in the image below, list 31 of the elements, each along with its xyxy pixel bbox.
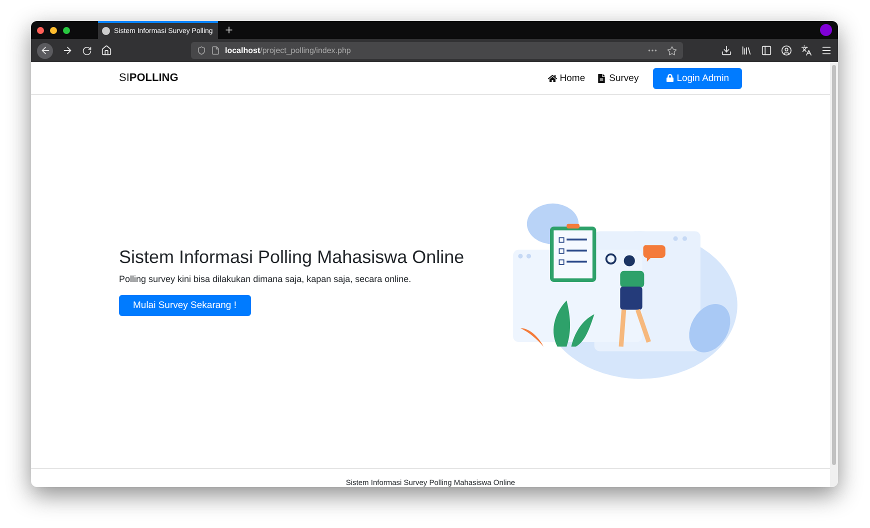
scrollbar-thumb[interactable]: [832, 65, 836, 465]
login-button[interactable]: Login Admin: [652, 68, 742, 88]
sidebar-icon[interactable]: [761, 45, 772, 56]
favicon-icon: [102, 27, 110, 35]
translate-icon[interactable]: [801, 45, 812, 56]
home-icon[interactable]: [101, 45, 112, 56]
hero-title: Sistem Informasi Polling Mahasiswa Online: [119, 247, 464, 268]
minimize-window-button[interactable]: [50, 26, 57, 34]
account-icon[interactable]: [781, 45, 792, 56]
download-icon[interactable]: [721, 45, 732, 56]
page-icon: [211, 46, 220, 55]
nav-link[interactable]: Home: [548, 72, 586, 84]
brand-logo[interactable]: SIPOLLING: [119, 72, 178, 84]
maximize-window-button[interactable]: [63, 26, 70, 34]
document-icon: [597, 74, 606, 82]
address-bar[interactable]: localhost/project_polling/index.php: [191, 42, 683, 59]
back-arrow-icon: [40, 45, 50, 56]
lock-icon: [666, 74, 674, 82]
home-icon: [548, 74, 557, 82]
back-button[interactable]: [37, 42, 53, 58]
start-survey-button[interactable]: Mulai Survey Sekarang !: [119, 295, 250, 316]
hero-subtitle: Polling survey kini bisa dilakukan dimana saja, kapan saja, secara online.: [119, 274, 412, 284]
nav-link[interactable]: Survey: [597, 72, 639, 84]
menu-icon[interactable]: [821, 45, 832, 56]
bookmark-star-icon[interactable]: [667, 46, 677, 56]
new-tab-icon[interactable]: [224, 25, 234, 35]
shield-icon[interactable]: [197, 46, 206, 55]
close-window-button[interactable]: [37, 26, 44, 34]
forward-icon[interactable]: [62, 45, 73, 56]
reload-icon[interactable]: [82, 46, 92, 56]
library-icon[interactable]: [741, 45, 752, 56]
